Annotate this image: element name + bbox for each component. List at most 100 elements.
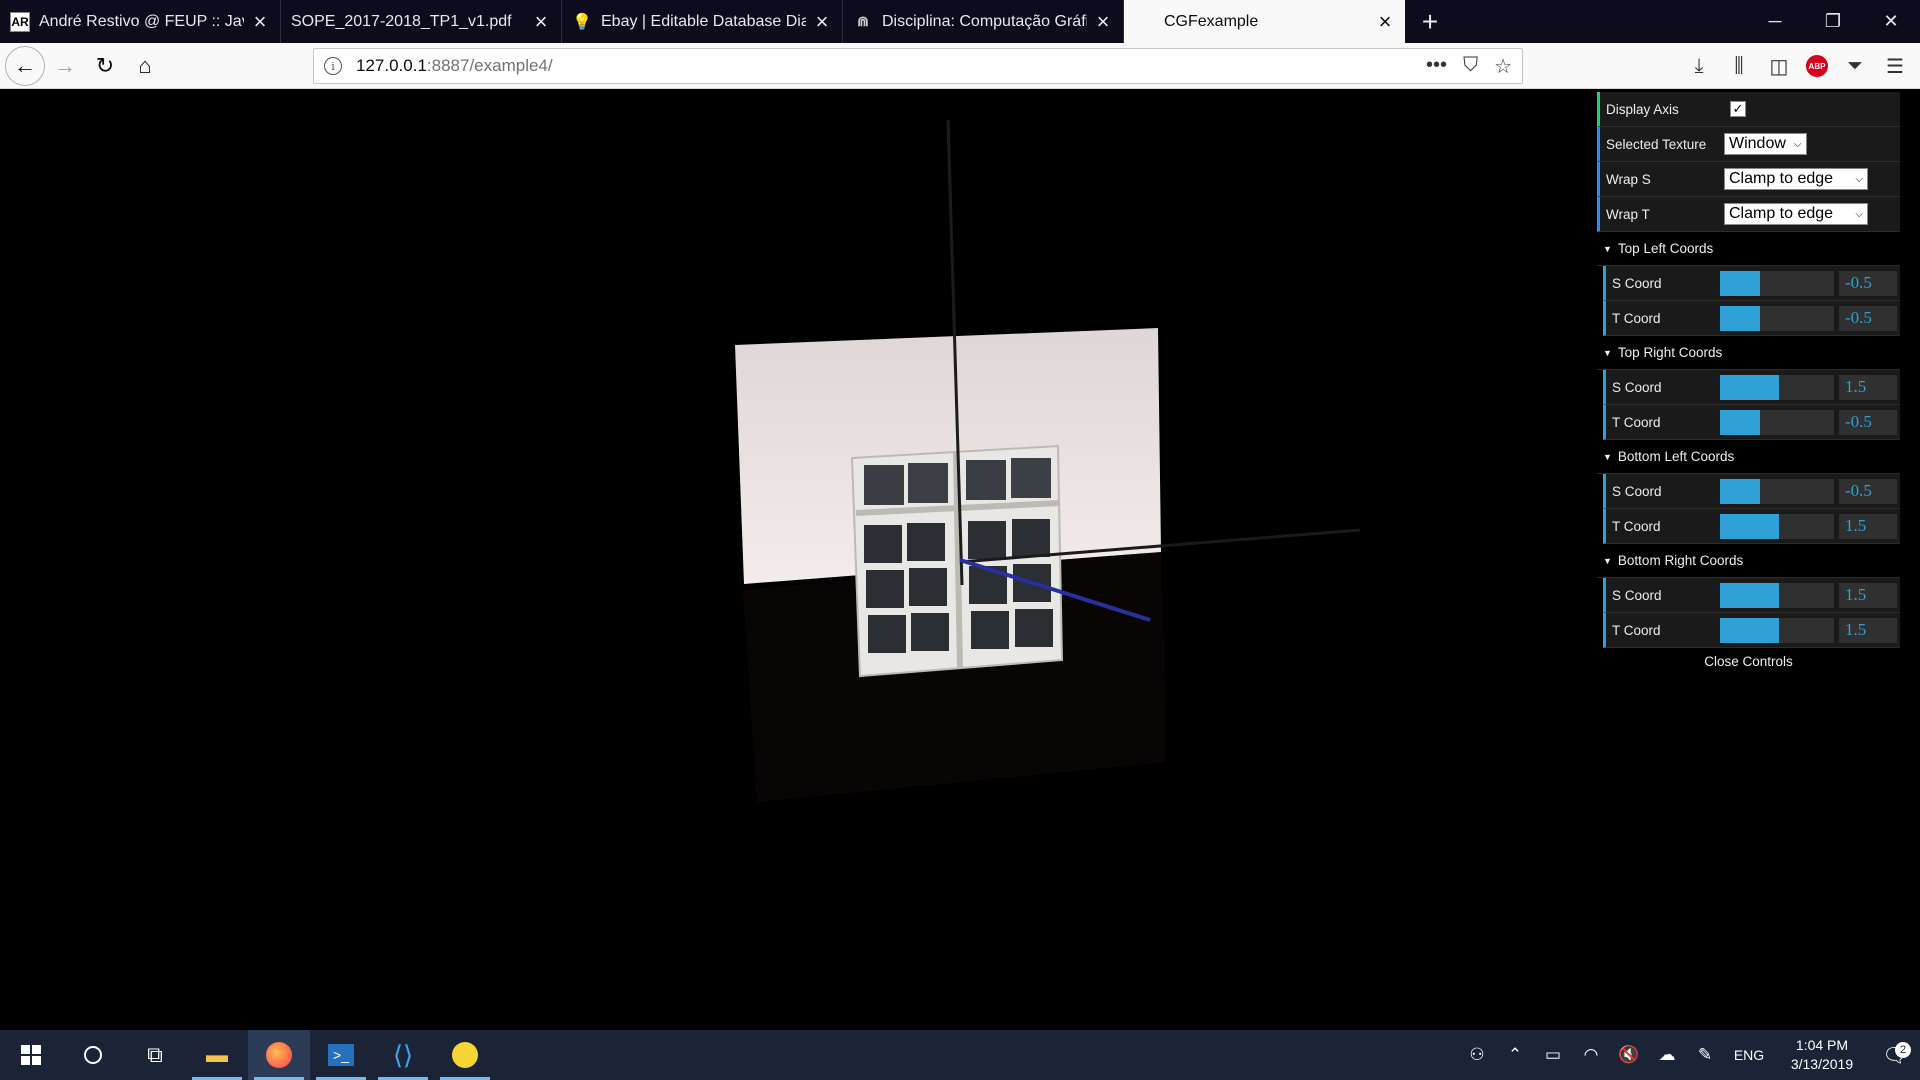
address-bar[interactable]: i 127.0.0.1 :8887/example4/ ••• ⛉ ☆ (313, 48, 1523, 84)
action-center-button[interactable]: 🗨 2 (1870, 1041, 1920, 1068)
extension-icon[interactable]: ⏷ (1842, 53, 1868, 79)
adblock-icon[interactable]: ABP (1806, 55, 1828, 77)
folder-label: Bottom Left Coords (1617, 449, 1735, 464)
new-tab-button[interactable]: + (1405, 0, 1455, 43)
powershell-icon: >_ (328, 1044, 354, 1066)
powershell-app[interactable]: >_ (310, 1030, 372, 1080)
page-actions-icon[interactable]: ••• (1426, 54, 1447, 79)
sigarra-icon: ⋒ (857, 13, 869, 29)
close-icon[interactable]: × (1375, 9, 1395, 34)
s-coord-row: S Coord -0.5 (1603, 474, 1900, 509)
wrap-t-select[interactable]: Clamp to edge ⌵ (1724, 203, 1868, 225)
coord-number-input[interactable]: -0.5 (1839, 270, 1897, 296)
wrap-s-row: Wrap S Clamp to edge ⌵ (1597, 162, 1900, 197)
coord-number-input[interactable]: 1.5 (1839, 617, 1897, 643)
restore-icon[interactable]: ❐ (1804, 0, 1862, 43)
smiley-icon (452, 1042, 478, 1068)
t-coord-row: T Coord -0.5 (1603, 301, 1900, 336)
tab-ebay-diagram[interactable]: 💡 Ebay | Editable Database Diagr × (562, 0, 843, 43)
close-icon[interactable]: × (812, 9, 832, 34)
library-icon[interactable]: ⫼ (1726, 53, 1752, 79)
task-view-button[interactable]: ⧉ (124, 1030, 186, 1080)
coord-slider[interactable] (1720, 409, 1834, 435)
slider-fill (1720, 513, 1780, 539)
coord-slider[interactable] (1720, 305, 1834, 331)
wrap-t-value: Clamp to edge (1729, 205, 1834, 222)
start-button[interactable] (0, 1030, 62, 1080)
triangle-down-icon: ▼ (1603, 347, 1612, 358)
display-axis-row[interactable]: Display Axis ✓ (1597, 92, 1900, 127)
close-window-icon[interactable]: ✕ (1862, 0, 1920, 43)
wrap-s-value: Clamp to edge (1729, 170, 1834, 187)
close-icon[interactable]: × (1093, 9, 1113, 34)
slider-fill (1720, 478, 1760, 504)
folder-title[interactable]: ▼ Top Right Coords (1597, 336, 1900, 370)
display-axis-checkbox[interactable]: ✓ (1730, 101, 1746, 117)
emoji-app[interactable] (434, 1030, 496, 1080)
close-icon[interactable]: × (531, 9, 551, 34)
wrap-s-select[interactable]: Clamp to edge ⌵ (1724, 168, 1868, 190)
coord-label: T Coord (1612, 310, 1661, 326)
language-indicator[interactable]: ENG (1724, 1047, 1774, 1063)
menu-icon[interactable]: ☰ (1882, 53, 1908, 79)
folder-title[interactable]: ▼ Bottom Right Coords (1597, 544, 1900, 578)
wifi-icon[interactable]: ◠ (1572, 1045, 1610, 1065)
battery-icon[interactable]: ▭ (1534, 1045, 1572, 1065)
chevron-down-icon: ⌵ (1855, 208, 1863, 220)
pocket-icon[interactable]: ⛉ (1463, 54, 1478, 79)
triangle-down-icon: ▼ (1603, 451, 1612, 462)
firefox-app[interactable] (248, 1030, 310, 1080)
coord-slider[interactable] (1720, 582, 1834, 608)
coord-slider[interactable] (1720, 374, 1834, 400)
folder-label: Top Right Coords (1617, 345, 1723, 360)
coord-number-input[interactable]: 1.5 (1839, 582, 1897, 608)
tab-cgfexample[interactable]: CGFexample × (1124, 0, 1405, 43)
coord-slider[interactable] (1720, 270, 1834, 296)
clock[interactable]: 1:04 PM 3/13/2019 (1774, 1036, 1870, 1074)
home-button[interactable]: ⌂ (125, 46, 165, 86)
coord-slider[interactable] (1720, 513, 1834, 539)
slider-fill (1720, 374, 1780, 400)
coord-number-input[interactable]: 1.5 (1839, 513, 1897, 539)
coord-number-input[interactable]: -0.5 (1839, 409, 1897, 435)
slider-fill (1720, 270, 1760, 296)
onedrive-icon[interactable]: ☁ (1648, 1045, 1686, 1065)
coord-label: S Coord (1612, 379, 1662, 395)
wrap-s-label: Wrap S (1606, 171, 1651, 187)
coord-number-input[interactable]: 1.5 (1839, 374, 1897, 400)
circle-icon (84, 1046, 102, 1064)
downloads-icon[interactable]: ⤓ (1686, 53, 1712, 79)
bookmark-star-icon[interactable]: ☆ (1494, 54, 1512, 79)
pen-icon[interactable]: ✎ (1686, 1045, 1724, 1065)
tab-title: Ebay | Editable Database Diagr (601, 12, 806, 30)
volume-muted-icon[interactable]: 🔇 (1610, 1045, 1648, 1065)
task-view-icon: ⧉ (147, 1042, 163, 1067)
close-controls-button[interactable]: Close Controls (1597, 648, 1900, 674)
vscode-app[interactable]: ⟨⟩ (372, 1030, 434, 1080)
chevron-up-icon[interactable]: ⌃ (1496, 1045, 1534, 1065)
selected-texture-select[interactable]: Window ⌵ (1724, 133, 1807, 155)
folder-title[interactable]: ▼ Top Left Coords (1597, 232, 1900, 266)
sidebar-icon[interactable]: ◫ (1766, 53, 1792, 79)
close-icon[interactable]: × (250, 9, 270, 34)
slider-fill (1720, 582, 1780, 608)
tab-sope-pdf[interactable]: SOPE_2017-2018_TP1_v1.pdf × (281, 0, 562, 43)
people-icon[interactable]: ⚇ (1458, 1045, 1496, 1065)
cortana-search-button[interactable] (62, 1030, 124, 1080)
coord-slider[interactable] (1720, 478, 1834, 504)
info-icon[interactable]: i (324, 57, 342, 75)
tab-disciplina[interactable]: ⋒ Disciplina: Computação Gráfica × (843, 0, 1124, 43)
coord-slider[interactable] (1720, 617, 1834, 643)
folder-title[interactable]: ▼ Bottom Left Coords (1597, 440, 1900, 474)
ar-favicon-icon: AR (10, 11, 30, 32)
coord-number-input[interactable]: -0.5 (1839, 478, 1897, 504)
file-explorer-app[interactable]: ▬ (186, 1030, 248, 1080)
tab-andre-restivo[interactable]: AR André Restivo @ FEUP :: Java / I × (0, 0, 281, 43)
coord-number-input[interactable]: -0.5 (1839, 305, 1897, 331)
reload-button[interactable]: ↻ (85, 46, 125, 86)
clock-time: 1:04 PM (1795, 1037, 1849, 1053)
minimize-icon[interactable]: ─ (1746, 0, 1804, 43)
forward-button[interactable]: → (45, 46, 85, 86)
back-button[interactable]: ← (5, 45, 45, 86)
tab-title: Disciplina: Computação Gráfica (882, 12, 1087, 30)
